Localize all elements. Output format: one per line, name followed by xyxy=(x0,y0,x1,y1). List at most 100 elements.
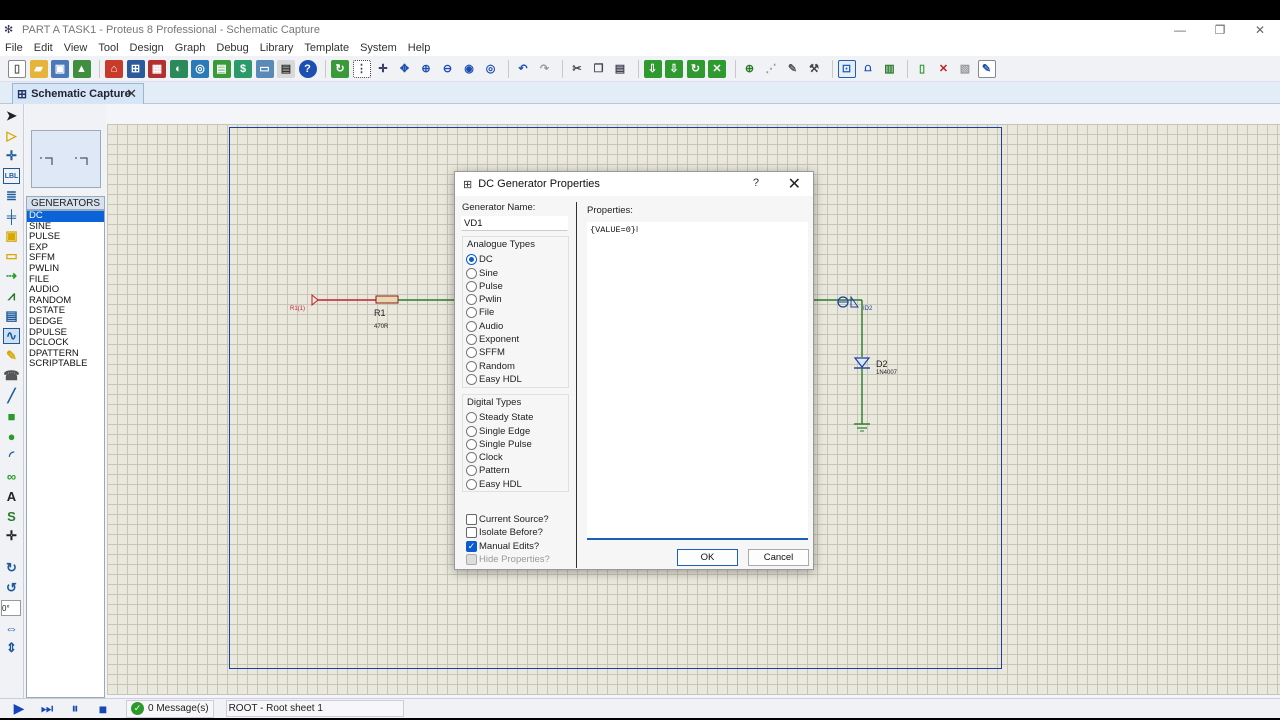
tab-close-icon[interactable]: ✕ xyxy=(126,86,137,102)
text-icon[interactable]: A xyxy=(3,488,20,504)
save-icon[interactable]: ▣ xyxy=(51,59,69,78)
stop-icon[interactable]: ■ xyxy=(94,701,112,717)
menu-file[interactable]: File xyxy=(5,42,23,54)
home-icon[interactable]: ⌂ xyxy=(105,59,123,78)
new-sheet-icon[interactable]: ▯ xyxy=(913,60,931,78)
ok-button[interactable]: OK xyxy=(677,549,738,566)
generator-name-field[interactable]: VD1 xyxy=(461,216,568,231)
radio-pattern[interactable]: Pattern xyxy=(466,464,510,477)
cut-icon[interactable]: ✂ xyxy=(568,60,586,78)
overview-preview[interactable] xyxy=(31,130,101,188)
minimize-button[interactable]: — xyxy=(1160,20,1200,40)
radio-clock[interactable]: Clock xyxy=(466,451,503,464)
virtual-instruments-icon[interactable]: ☎ xyxy=(3,368,20,384)
gerber-icon[interactable]: ◐ xyxy=(169,59,188,78)
mirror-vertical-icon[interactable]: ⇕ xyxy=(3,640,20,656)
device-pins-icon[interactable]: ⇢ xyxy=(3,268,20,284)
resistor-r1[interactable] xyxy=(375,295,399,304)
arc-icon[interactable]: ◜ xyxy=(3,448,20,464)
radio-dc[interactable]: DC xyxy=(466,253,493,266)
circle-icon[interactable]: ● xyxy=(3,428,20,444)
tab-schematic-capture[interactable]: ⊞ Schematic Capture ✕ xyxy=(12,83,144,104)
block-rotate-icon[interactable]: ↻ xyxy=(686,59,705,78)
property-assign-icon[interactable]: ▥ xyxy=(881,60,899,78)
notes-icon[interactable]: ▤ xyxy=(277,59,295,78)
decompose-icon[interactable]: ⚒ xyxy=(805,60,823,78)
radio-easy-hdl-digital[interactable]: Easy HDL xyxy=(466,478,522,491)
zoom-out-icon[interactable]: ⊖ xyxy=(439,60,457,78)
play-icon[interactable]: ▶ xyxy=(10,700,28,717)
properties-textarea[interactable]: {VALUE=0}I xyxy=(587,222,808,540)
list-item[interactable]: SCRIPTABLE xyxy=(27,359,104,370)
list-item[interactable]: DC xyxy=(27,210,104,222)
cancel-button[interactable]: Cancel xyxy=(748,549,809,566)
symbol-icon[interactable]: S xyxy=(3,508,20,524)
checkbox-isolate-before[interactable]: Isolate Before? xyxy=(466,526,543,539)
radio-sine[interactable]: Sine xyxy=(466,267,498,280)
line-icon[interactable]: ╱ xyxy=(3,388,20,404)
menu-edit[interactable]: Edit xyxy=(34,42,53,54)
block-copy-icon[interactable]: ⇩ xyxy=(643,59,662,78)
grid-icon[interactable]: ⋮ xyxy=(352,59,371,78)
selection-mode-icon[interactable]: ➤ xyxy=(3,108,20,124)
subcircuit-icon[interactable]: ▣ xyxy=(3,228,20,244)
bom-icon[interactable]: ▤ xyxy=(212,59,231,78)
menu-debug[interactable]: Debug xyxy=(216,42,248,54)
block-delete-icon[interactable]: ✕ xyxy=(708,59,726,78)
pcb-icon[interactable]: ▦ xyxy=(148,59,166,78)
copy-icon[interactable]: ❐ xyxy=(590,60,608,78)
radio-exponent[interactable]: Exponent xyxy=(466,333,519,346)
pan-icon[interactable]: ✥ xyxy=(396,60,414,78)
menu-design[interactable]: Design xyxy=(130,42,164,54)
remove-sheet-icon[interactable]: ✕ xyxy=(935,60,953,78)
rotation-angle-input[interactable]: 0° xyxy=(1,600,21,616)
wire-autorouter-icon[interactable]: ⊡ xyxy=(837,59,856,78)
path-icon[interactable]: ∞ xyxy=(3,468,20,484)
rotate-clockwise-icon[interactable]: ↻ xyxy=(3,560,20,576)
rotate-anticlockwise-icon[interactable]: ↺ xyxy=(3,580,20,596)
new-file-icon[interactable]: ▯ xyxy=(8,59,26,78)
packaging-icon[interactable]: ✎ xyxy=(784,60,802,78)
messages-indicator[interactable]: ✓ 0 Message(s) xyxy=(126,699,214,718)
zoom-all-icon[interactable]: ◉ xyxy=(460,60,478,78)
source-code-icon[interactable]: ▭ xyxy=(255,59,274,78)
zoom-area-icon[interactable]: ◎ xyxy=(482,60,500,78)
junction-dot-icon[interactable]: ✛ xyxy=(3,148,20,164)
radio-pwlin[interactable]: Pwlin xyxy=(466,293,502,306)
pick-device-icon[interactable]: ⊕ xyxy=(741,60,759,78)
menu-library[interactable]: Library xyxy=(260,42,294,54)
marker-icon[interactable]: ✛ xyxy=(3,528,20,544)
wire-label-icon[interactable]: LBL xyxy=(3,168,20,184)
box-icon[interactable]: ■ xyxy=(3,408,20,424)
radio-single-edge[interactable]: Single Edge xyxy=(466,425,530,438)
help-icon[interactable]: ? xyxy=(298,59,317,78)
terminals-icon[interactable]: ▭ xyxy=(3,248,20,264)
checkbox-manual-edits[interactable]: ✓ Manual Edits? xyxy=(466,540,539,553)
dollar-icon[interactable]: $ xyxy=(234,59,252,78)
pause-icon[interactable]: ⏸ xyxy=(66,700,84,717)
schematic-icon[interactable]: ⊞ xyxy=(126,59,145,78)
radio-steady-state[interactable]: Steady State xyxy=(466,411,533,424)
search-tag-icon[interactable]: ⩍ xyxy=(859,60,877,78)
diode-d2[interactable] xyxy=(853,357,871,368)
radio-file[interactable]: File xyxy=(466,306,494,319)
menu-graph[interactable]: Graph xyxy=(175,42,206,54)
paste-icon[interactable]: ▤ xyxy=(611,60,629,78)
exit-to-parent-icon[interactable]: ▧ xyxy=(956,60,974,78)
make-device-icon[interactable]: ⋰ xyxy=(762,60,780,78)
radio-audio[interactable]: Audio xyxy=(466,320,503,333)
redo-icon[interactable]: ↷ xyxy=(536,60,554,78)
refresh-icon[interactable]: ↻ xyxy=(331,59,349,78)
list-item[interactable]: DEDGE xyxy=(27,316,104,328)
radio-sffm[interactable]: SFFM xyxy=(466,346,505,359)
origin-icon[interactable]: ✛ xyxy=(374,60,392,78)
step-icon[interactable]: ⏭ xyxy=(38,700,56,717)
mirror-horizontal-icon[interactable]: ⇔ xyxy=(3,620,20,636)
menu-template[interactable]: Template xyxy=(304,42,349,54)
open-folder-icon[interactable]: ▰ xyxy=(29,59,48,78)
dialog-close-button[interactable]: ✕ xyxy=(788,174,801,194)
generators-list[interactable]: DC SINE PULSE EXP SFFM PWLIN FILE AUDIO … xyxy=(26,210,105,698)
close-window-button[interactable]: ✕ xyxy=(1240,20,1280,40)
checkbox-current-source[interactable]: Current Source? xyxy=(466,513,549,526)
menu-view[interactable]: View xyxy=(64,42,88,54)
